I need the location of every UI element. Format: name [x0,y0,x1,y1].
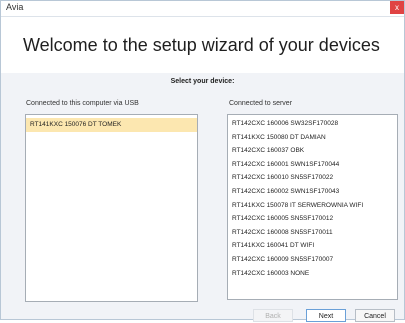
server-device-item[interactable]: RT142CXC 160009 SN5SF170007 [228,253,397,267]
wizard-content: Select your device: Connected to this co… [1,73,404,322]
server-device-item[interactable]: RT142CXC 160008 SN5SF170011 [228,226,397,240]
back-button[interactable]: Back [253,309,293,322]
close-icon: x [395,3,399,12]
server-device-item[interactable]: RT141KXC 150080 DT DAMIAN [228,131,397,145]
wizard-window: Avia x Welcome to the setup wizard of yo… [0,0,405,322]
server-device-item[interactable]: RT142CXC 160002 SWN1SF170043 [228,185,397,199]
server-device-item[interactable]: RT142CXC 160003 NONE [228,267,397,281]
server-device-item[interactable]: RT142CXC 160010 SN5SF170022 [228,171,397,185]
server-device-item[interactable]: RT142CXC 160037 OBK [228,144,397,158]
close-button[interactable]: x [390,1,404,14]
cancel-button[interactable]: Cancel [355,309,395,322]
server-device-list[interactable]: RT142CXC 160006 SW32SF170028 RT141KXC 15… [227,114,398,300]
server-device-item[interactable]: RT142CXC 160006 SW32SF170028 [228,117,397,131]
server-device-item[interactable]: RT142CXC 160001 SWN1SF170044 [228,158,397,172]
server-devices-label: Connected to server [229,100,293,107]
select-device-label: Select your device: [170,78,235,85]
usb-device-list[interactable]: RT141KXC 150076 DT TOMEK [25,114,198,302]
window-title: Avia [6,2,24,12]
page-title: Welcome to the setup wizard of your devi… [23,35,380,55]
server-device-item[interactable]: RT142CXC 160005 SN5SF170012 [228,212,397,226]
server-device-item[interactable]: RT141KXC 150078 IT SERWEROWNIA WIFI [228,199,397,213]
usb-devices-label: Connected to this computer via USB [26,100,139,107]
next-button[interactable]: Next [306,309,346,322]
server-device-item[interactable]: RT141KXC 160041 DT WIFI [228,239,397,253]
usb-device-item[interactable]: RT141KXC 150076 DT TOMEK [26,118,197,132]
wizard-header: Welcome to the setup wizard of your devi… [1,17,404,73]
title-bar: Avia x [1,1,404,17]
